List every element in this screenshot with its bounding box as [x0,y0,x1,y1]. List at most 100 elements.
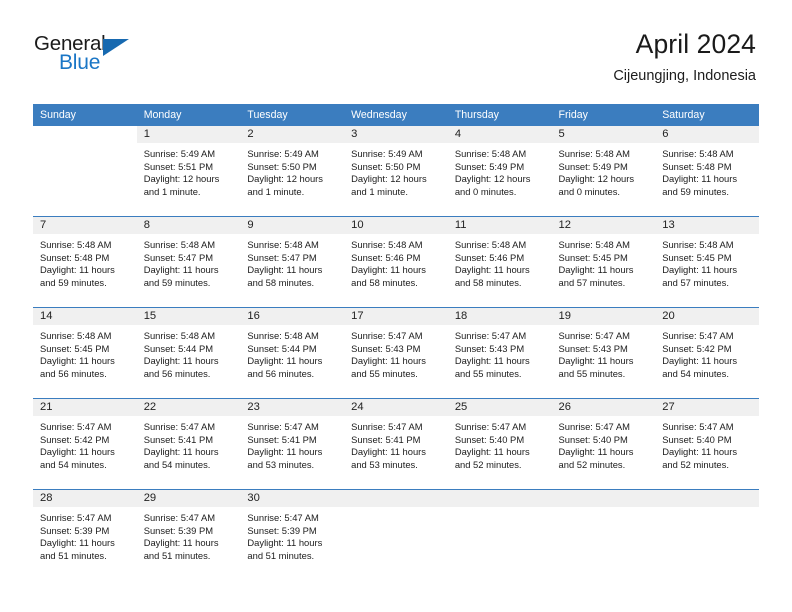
sunrise-time: Sunrise: 5:48 AM [558,148,630,159]
day-cell[interactable]: 6 Sunrise: 5:48 AM Sunset: 5:48 PM Daylight… [655,126,759,216]
day-cell[interactable]: 23 Sunrise: 5:47 AM Sunset: 5:41 PM Dayligh… [240,399,345,489]
day-cell[interactable]: 14 Sunrise: 5:48 AM Sunset: 5:45 PM Dayligh… [33,308,137,398]
day-cell[interactable]: 18 Sunrise: 5:47 AM Sunset: 5:43 PM Dayligh… [447,308,552,398]
calendar-week-row: 14 Sunrise: 5:48 AM Sunset: 5:45 PM Dayligh… [33,307,759,399]
calendar-header-row: Sunday Monday Tuesday Wednesday Thursday Frid… [33,104,759,126]
day-cell[interactable]: 1 Sunrise: 5:49 AM Sunset: 5:51 PM Daylight… [136,126,241,216]
day-details: Sunrise: 5:47 AM Sunset: 5:40 PM Daylight:… [552,416,656,471]
day-number: 28 [33,490,137,507]
day-details: Sunrise: 5:47 AM Sunset: 5:40 PM Daylight:… [448,416,552,471]
day-cell[interactable]: 2 Sunrise: 5:49 AM Sunset: 5:50 PM Daylight… [240,126,345,216]
day-details: Sunrise: 5:47 AM Sunset: 5:43 PM Daylight:… [552,325,656,380]
day-details: Sunrise: 5:47 AM Sunset: 5:39 PM Daylight:… [137,507,241,562]
day-cell[interactable]: 11 Sunrise: 5:48 AM Sunset: 5:46 PM Dayligh… [447,217,552,307]
day-cell[interactable]: 27 Sunrise: 5:47 AM Sunset: 5:40 PM Dayligh… [655,399,759,489]
daylight-duration-line2: and 0 minutes. [558,185,621,197]
daylight-duration-line1: Daylight: 11 hours [558,355,634,367]
day-cell[interactable]: 9 Sunrise: 5:48 AM Sunset: 5:47 PM Daylight… [240,217,345,307]
daylight-duration-line2: and 52 minutes. [662,458,729,470]
day-cell[interactable]: 12 Sunrise: 5:48 AM Sunset: 5:45 PM Dayligh… [551,217,656,307]
daylight-duration-line2: and 53 minutes. [351,458,418,470]
day-number: 6 [655,126,759,143]
sunset-time: Sunset: 5:49 PM [558,160,628,172]
day-number: 1 [136,126,241,143]
day-cell[interactable]: 17 Sunrise: 5:47 AM Sunset: 5:43 PM Dayligh… [344,308,448,398]
day-details: Sunrise: 5:48 AM Sunset: 5:46 PM Daylight:… [448,234,552,289]
day-number: 11 [447,217,552,234]
calendar-body: 1 Sunrise: 5:49 AM Sunset: 5:51 PM Daylight… [33,126,759,580]
day-cell-empty [344,490,448,580]
sunset-time: Sunset: 5:43 PM [351,342,421,354]
day-cell[interactable]: 8 Sunrise: 5:48 AM Sunset: 5:47 PM Daylight… [136,217,241,307]
day-cell[interactable]: 13 Sunrise: 5:48 AM Sunset: 5:45 PM Dayligh… [655,217,759,307]
sunset-time: Sunset: 5:44 PM [247,342,317,354]
day-cell[interactable]: 24 Sunrise: 5:47 AM Sunset: 5:41 PM Dayligh… [344,399,448,489]
calendar-week-row: 28 Sunrise: 5:47 AM Sunset: 5:39 PM Dayligh… [33,489,759,580]
calendar-week-row: 7 Sunrise: 5:48 AM Sunset: 5:48 PM Daylight… [33,216,759,308]
weekday-header-saturday: Saturday [655,104,759,126]
day-cell[interactable]: 15 Sunrise: 5:48 AM Sunset: 5:44 PM Dayligh… [136,308,241,398]
day-details: Sunrise: 5:49 AM Sunset: 5:51 PM Daylight:… [137,143,241,198]
sunset-time: Sunset: 5:49 PM [454,160,525,172]
day-cell[interactable]: 22 Sunrise: 5:47 AM Sunset: 5:41 PM Dayligh… [136,399,241,489]
daylight-duration-line2: and 1 minute. [143,185,201,197]
sunrise-time: Sunrise: 5:48 AM [351,239,423,250]
day-number: 20 [655,308,759,325]
daylight-duration-line1: Daylight: 12 hours [558,173,635,185]
daylight-duration-line2: and 55 minutes. [558,367,626,379]
title-block: April 2024 Cijeungjing, Indonesia [613,28,756,86]
day-cell[interactable]: 5 Sunrise: 5:48 AM Sunset: 5:49 PM Daylight… [551,126,656,216]
daylight-duration-line1: Daylight: 11 hours [454,264,530,276]
day-cell[interactable]: 28 Sunrise: 5:47 AM Sunset: 5:39 PM Dayligh… [33,490,137,580]
daylight-duration-line1: Daylight: 11 hours [247,355,323,367]
weekday-header-monday: Monday [136,104,241,126]
page-header: General Blue April 2024 Cijeungjing, Ind… [0,0,792,103]
sunrise-time: Sunrise: 5:47 AM [662,421,734,432]
daylight-duration-line1: Daylight: 11 hours [40,537,115,549]
day-cell[interactable]: 25 Sunrise: 5:47 AM Sunset: 5:40 PM Dayligh… [447,399,552,489]
sunrise-time: Sunrise: 5:48 AM [247,239,319,250]
general-blue-logo[interactable]: General Blue [34,33,154,81]
weekday-header-friday: Friday [551,104,656,126]
day-cell[interactable]: 10 Sunrise: 5:48 AM Sunset: 5:46 PM Dayligh… [344,217,448,307]
day-details: Sunrise: 5:47 AM Sunset: 5:43 PM Daylight:… [344,325,448,380]
sunrise-time: Sunrise: 5:47 AM [351,330,423,341]
day-number [33,126,137,143]
sunrise-time: Sunrise: 5:48 AM [454,239,527,250]
sunset-time: Sunset: 5:45 PM [662,251,732,263]
calendar-table: Sunday Monday Tuesday Wednesday Thursday Frid… [33,104,759,580]
day-number: 30 [240,490,345,507]
daylight-duration-line2: and 54 minutes. [662,367,729,379]
sunset-time: Sunset: 5:46 PM [454,251,525,263]
day-cell[interactable]: 16 Sunrise: 5:48 AM Sunset: 5:44 PM Dayligh… [240,308,345,398]
calendar-week-row: 21 Sunrise: 5:47 AM Sunset: 5:42 PM Dayligh… [33,398,759,490]
day-cell-empty [33,126,137,216]
sunrise-time: Sunrise: 5:47 AM [143,512,216,523]
sunrise-time: Sunrise: 5:48 AM [662,148,734,159]
day-cell[interactable]: 20 Sunrise: 5:47 AM Sunset: 5:42 PM Dayligh… [655,308,759,398]
daylight-duration-line1: Daylight: 11 hours [40,446,115,458]
day-cell[interactable]: 4 Sunrise: 5:48 AM Sunset: 5:49 PM Daylight… [447,126,552,216]
day-cell[interactable]: 21 Sunrise: 5:47 AM Sunset: 5:42 PM Dayligh… [33,399,137,489]
day-details: Sunrise: 5:48 AM Sunset: 5:48 PM Daylight:… [33,234,137,289]
day-number: 7 [33,217,137,234]
day-cell[interactable]: 3 Sunrise: 5:49 AM Sunset: 5:50 PM Daylight… [344,126,448,216]
sunrise-time: Sunrise: 5:47 AM [558,421,630,432]
daylight-duration-line2: and 53 minutes. [247,458,315,470]
day-cell[interactable]: 29 Sunrise: 5:47 AM Sunset: 5:39 PM Dayligh… [136,490,241,580]
day-details: Sunrise: 5:49 AM Sunset: 5:50 PM Daylight:… [240,143,344,198]
day-number: 12 [551,217,656,234]
daylight-duration-line1: Daylight: 11 hours [662,355,738,367]
sunrise-time: Sunrise: 5:48 AM [662,239,734,250]
day-number: 13 [655,217,759,234]
day-cell[interactable]: 30 Sunrise: 5:47 AM Sunset: 5:39 PM Dayligh… [240,490,345,580]
daylight-duration-line1: Daylight: 11 hours [247,537,323,549]
day-cell[interactable]: 19 Sunrise: 5:47 AM Sunset: 5:43 PM Dayligh… [551,308,656,398]
day-cell[interactable]: 7 Sunrise: 5:48 AM Sunset: 5:48 PM Daylight… [33,217,137,307]
day-details: Sunrise: 5:47 AM Sunset: 5:39 PM Daylight:… [33,507,137,562]
day-cell[interactable]: 26 Sunrise: 5:47 AM Sunset: 5:40 PM Dayligh… [551,399,656,489]
sunset-time: Sunset: 5:43 PM [558,342,628,354]
day-details: Sunrise: 5:47 AM Sunset: 5:41 PM Daylight:… [344,416,448,471]
day-number [344,490,448,507]
sunset-time: Sunset: 5:44 PM [143,342,214,354]
